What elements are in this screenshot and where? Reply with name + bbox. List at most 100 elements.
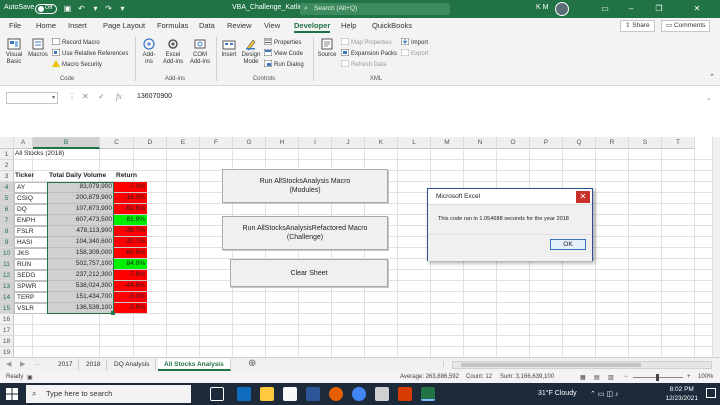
row-header-12[interactable]: 12 xyxy=(0,270,14,281)
return-cell[interactable]: -20.7% xyxy=(114,237,147,248)
row-header-11[interactable]: 11 xyxy=(0,259,14,270)
add-ins-button[interactable]: Add-ins xyxy=(139,37,159,66)
chevron-down-icon[interactable]: ▾ xyxy=(52,94,55,101)
more-tabs-ellipsis[interactable]: ... xyxy=(34,360,40,367)
return-cell[interactable]: -39.7% xyxy=(114,226,147,237)
volume-cell[interactable]: 200,879,900 xyxy=(48,193,114,204)
page-layout-icon[interactable]: ▤ xyxy=(594,374,600,381)
comments-button[interactable]: ▭ Comments xyxy=(661,20,711,32)
sheet-tab-2018[interactable]: 2018 xyxy=(80,359,108,371)
column-header-p[interactable]: P xyxy=(530,137,563,149)
column-header-j[interactable]: J xyxy=(332,137,365,149)
page-break-icon[interactable]: ▥ xyxy=(608,374,614,381)
avatar[interactable] xyxy=(555,2,569,16)
ticker-cell[interactable]: RUN xyxy=(14,259,48,270)
column-header-h[interactable]: H xyxy=(266,137,299,149)
visual-basic-button[interactable]: Visual Basic xyxy=(3,37,25,66)
macro-security-button[interactable]: Macro Security xyxy=(52,60,102,69)
word-icon[interactable] xyxy=(306,387,320,401)
share-button[interactable]: ⇪ Share xyxy=(620,20,655,32)
return-cell[interactable]: -5.0% xyxy=(114,292,147,303)
enter-icon[interactable]: ✓ xyxy=(98,92,105,101)
ticker-cell[interactable]: CSIQ xyxy=(14,193,48,204)
ticker-cell[interactable]: SPWR xyxy=(14,281,48,292)
return-cell[interactable]: -44.6% xyxy=(114,281,147,292)
column-header-m[interactable]: M xyxy=(431,137,464,149)
ticker-cell[interactable]: DQ xyxy=(14,204,48,215)
macros-button[interactable]: Macros xyxy=(27,37,49,59)
row-header-8[interactable]: 8 xyxy=(0,226,14,237)
header-volume[interactable]: Total Daily Volume xyxy=(49,171,106,181)
tab-home[interactable]: Home xyxy=(36,21,56,30)
row-header-14[interactable]: 14 xyxy=(0,292,14,303)
run-dialog-button[interactable]: Run Dialog xyxy=(264,60,304,69)
ticker-cell[interactable]: ENPH xyxy=(14,215,48,226)
column-header-o[interactable]: O xyxy=(497,137,530,149)
autosave-toggle[interactable]: Off xyxy=(35,4,57,14)
app-icon[interactable] xyxy=(398,387,412,401)
row-header-3[interactable]: 3 xyxy=(0,171,14,182)
search-box[interactable]: ⌕ Search (Alt+Q) xyxy=(300,3,450,15)
volume-cell[interactable]: 538,024,300 xyxy=(48,281,114,292)
column-header-k[interactable]: K xyxy=(365,137,398,149)
file-explorer-icon[interactable] xyxy=(260,387,274,401)
scrollbar-thumb[interactable] xyxy=(461,363,641,367)
record-macro-button[interactable]: Record Macro xyxy=(52,38,100,47)
tab-formulas[interactable]: Formulas xyxy=(157,21,188,30)
weather[interactable]: 31°F Cloudy xyxy=(538,390,577,397)
refresh-data-button[interactable]: Refresh Data xyxy=(341,60,386,69)
tab-view[interactable]: View xyxy=(264,21,280,30)
row-header-10[interactable]: 10 xyxy=(0,248,14,259)
sheet-tab-dq-analysis[interactable]: DQ Analysis xyxy=(108,359,157,371)
expansion-packs-button[interactable]: Expansion Packs xyxy=(341,49,397,58)
column-header-f[interactable]: F xyxy=(200,137,233,149)
tab-review[interactable]: Review xyxy=(227,21,252,30)
return-cell[interactable]: -62.6% xyxy=(114,204,147,215)
row-header-9[interactable]: 9 xyxy=(0,237,14,248)
tab-developer[interactable]: Developer xyxy=(294,21,331,33)
row-header-1[interactable]: 1 xyxy=(0,149,14,160)
formula-input[interactable]: 136070900 xyxy=(137,93,172,100)
outlook-icon[interactable] xyxy=(237,387,251,401)
sheet-tab-2017[interactable]: 2017 xyxy=(52,359,80,371)
normal-view-icon[interactable]: ▦ xyxy=(580,374,586,381)
column-header-n[interactable]: N xyxy=(464,137,497,149)
use-relative-button[interactable]: Use Relative References xyxy=(52,49,128,58)
store-icon[interactable] xyxy=(375,387,389,401)
column-header-s[interactable]: S xyxy=(629,137,662,149)
source-button[interactable]: Source xyxy=(316,37,338,59)
volume-cell[interactable]: 237,212,300 xyxy=(48,270,114,281)
worksheet-grid[interactable]: ABCDEFGHIJKLMNOPQRST 1 2 3 4 5 6 7 8 9 10 11 12 13 14… xyxy=(0,137,712,359)
column-header-c[interactable]: C xyxy=(100,137,134,149)
volume-cell[interactable]: 83,079,900 xyxy=(48,182,114,193)
return-cell[interactable]: -7.3% xyxy=(114,182,147,193)
return-cell[interactable]: 81.9% xyxy=(114,215,147,226)
ticker-cell[interactable]: FSLR xyxy=(14,226,48,237)
row-header-6[interactable]: 6 xyxy=(0,204,14,215)
tab-page-layout[interactable]: Page Layout xyxy=(103,21,145,30)
notification-icon[interactable] xyxy=(706,388,716,398)
return-cell[interactable]: -7.8% xyxy=(114,270,147,281)
clear-sheet-button[interactable]: Clear Sheet xyxy=(230,259,388,287)
column-header-r[interactable]: R xyxy=(596,137,629,149)
row-header-18[interactable]: 18 xyxy=(0,336,14,347)
scroll-tabs-right-icon[interactable]: ▶ xyxy=(20,360,25,368)
column-header-t[interactable]: T xyxy=(662,137,695,149)
column-header-l[interactable]: L xyxy=(398,137,431,149)
volume-cell[interactable]: 107,873,900 xyxy=(48,204,114,215)
return-cell[interactable]: -3.5% xyxy=(114,303,147,314)
column-header-i[interactable]: I xyxy=(299,137,332,149)
row-header-16[interactable]: 16 xyxy=(0,314,14,325)
column-header-q[interactable]: Q xyxy=(563,137,596,149)
chrome-icon[interactable] xyxy=(352,387,366,401)
undo-icon[interactable]: ↶ xyxy=(76,3,87,14)
ribbon-display-icon[interactable]: ▭ xyxy=(598,2,612,15)
minimize-icon[interactable]: – xyxy=(624,2,638,15)
volume-cell[interactable]: 151,434,700 xyxy=(48,292,114,303)
column-header-d[interactable]: D xyxy=(134,137,167,149)
excel-add-ins-button[interactable]: Excel Add-ins xyxy=(161,37,185,66)
column-header-g[interactable]: G xyxy=(233,137,266,149)
collapse-ribbon-icon[interactable]: ⌃ xyxy=(708,74,716,81)
windows-start-icon[interactable] xyxy=(6,388,18,400)
column-header-b[interactable]: B xyxy=(33,137,100,149)
